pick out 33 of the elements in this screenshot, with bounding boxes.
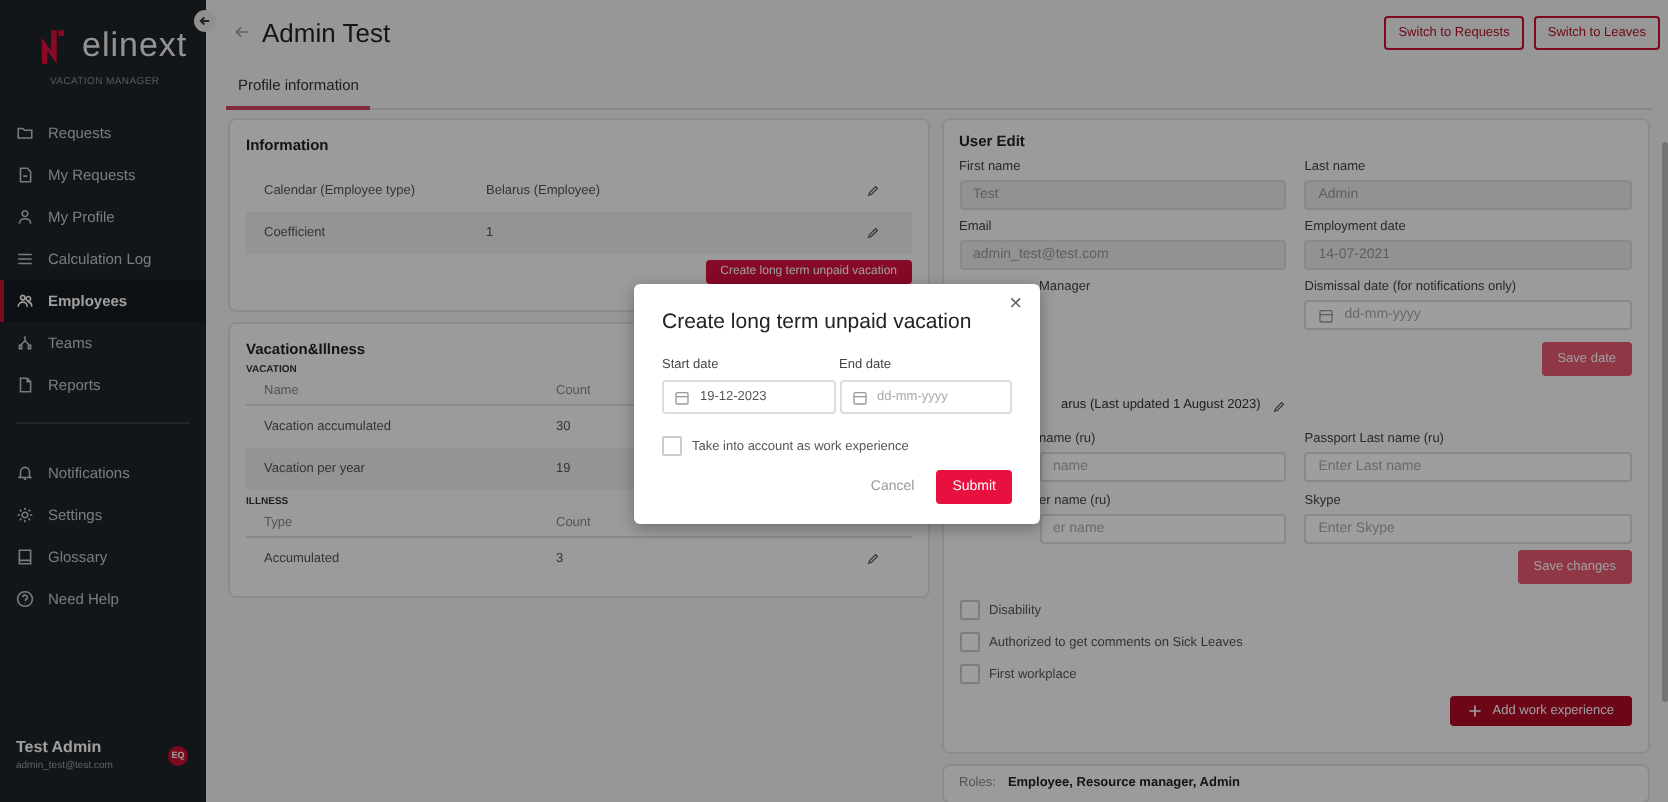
pencil-icon[interactable] (865, 226, 879, 240)
calendar-icon (851, 389, 867, 405)
arrow-left-icon (198, 14, 212, 28)
checkbox[interactable] (662, 436, 682, 456)
folder-icon (16, 124, 34, 142)
calendar-icon (1318, 307, 1335, 323)
book-icon (16, 548, 34, 566)
collapse-button[interactable] (194, 10, 216, 32)
checkbox[interactable] (959, 664, 979, 684)
scrollbar[interactable] (1662, 142, 1668, 702)
logo-icon (40, 27, 66, 65)
people-icon (16, 292, 34, 310)
list-icon (16, 250, 34, 268)
checkbox[interactable] (959, 600, 979, 620)
document-icon (16, 166, 34, 184)
file-icon (16, 376, 34, 394)
back-arrow-icon[interactable] (234, 24, 250, 40)
bell-icon (16, 464, 34, 482)
calendar-icon (674, 389, 690, 405)
page-title: Admin Test (262, 17, 391, 47)
pencil-icon[interactable] (865, 552, 879, 566)
checkbox[interactable] (959, 632, 979, 652)
pencil-icon[interactable] (865, 184, 879, 198)
person-icon (16, 208, 34, 226)
hierarchy-icon (16, 334, 34, 352)
user-name: Test Admin (16, 738, 104, 756)
logo-text: elinext (82, 26, 188, 66)
plus-icon (1468, 704, 1483, 718)
close-button[interactable]: × (1005, 292, 1026, 316)
settings-icon (16, 506, 34, 524)
modal-title: Create long term unpaid vacation (662, 310, 974, 334)
help-icon (16, 590, 34, 608)
pencil-icon[interactable] (1272, 399, 1287, 413)
